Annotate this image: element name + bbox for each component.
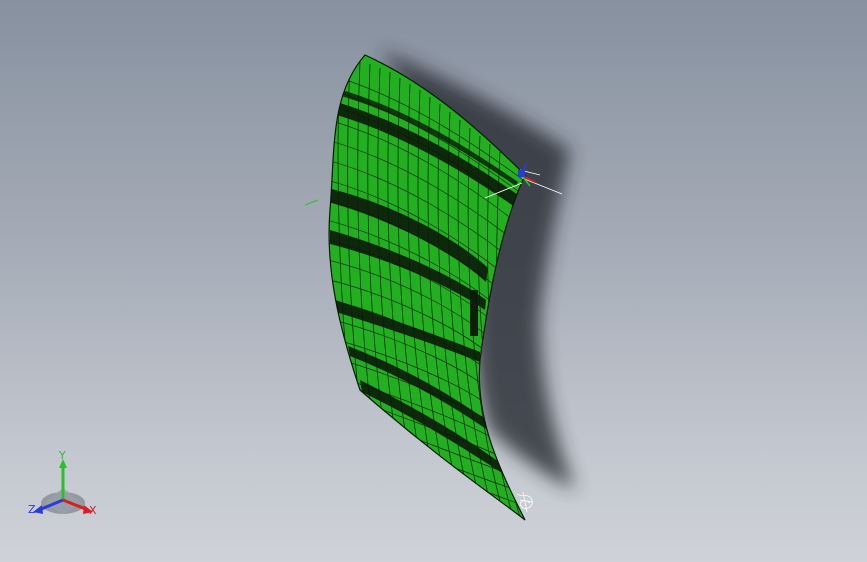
triad-x-label: X [89, 504, 97, 517]
model-scene [304, 50, 575, 521]
triad-z-label: Z [28, 503, 36, 516]
origin-marker-line [304, 199, 319, 206]
triad-y-label: Y [59, 449, 66, 462]
graphics-viewport[interactable]: Y Z X [0, 0, 867, 562]
reference-triad[interactable]: Y Z X [22, 448, 106, 522]
